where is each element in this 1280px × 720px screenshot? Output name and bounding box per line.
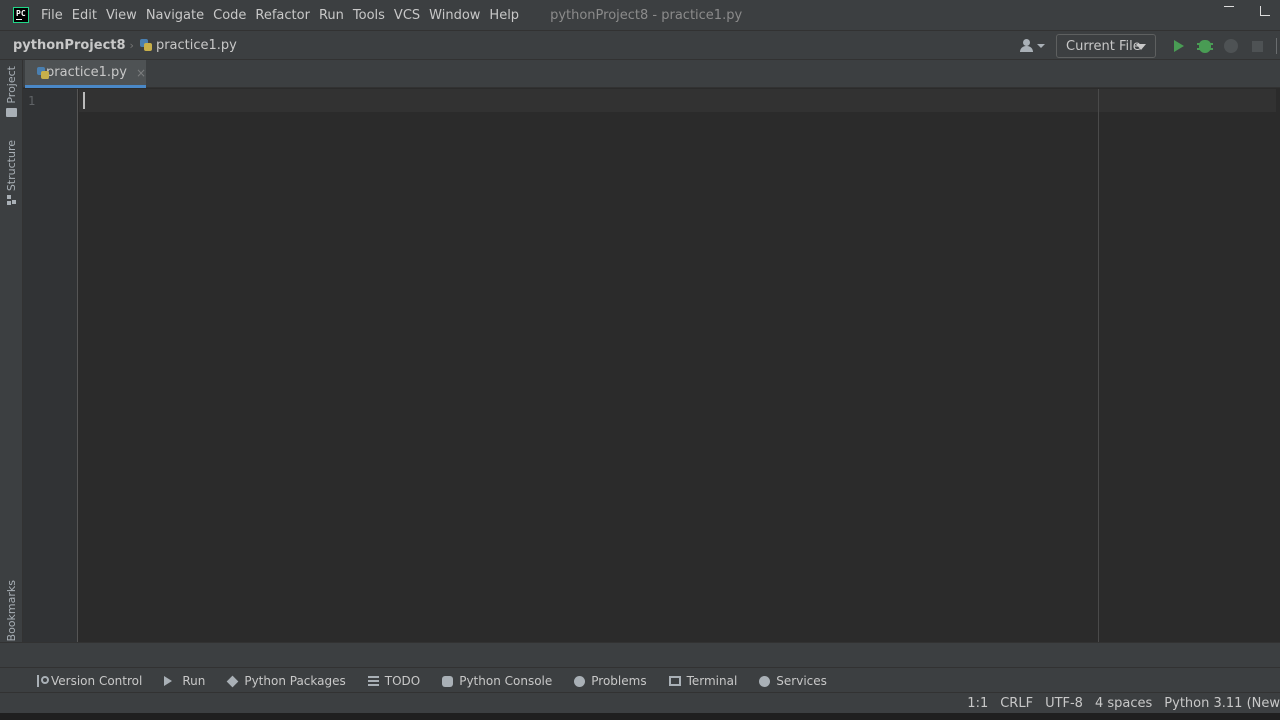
python-file-icon bbox=[36, 66, 49, 80]
info-icon bbox=[574, 675, 586, 687]
caret-position[interactable]: 1:1 bbox=[967, 696, 988, 711]
python-interpreter[interactable]: Python 3.11 (New bbox=[1164, 696, 1280, 711]
window-title: pythonProject8 - practice1.py bbox=[550, 7, 743, 23]
tool-version-control[interactable]: Version Control bbox=[37, 674, 142, 688]
tool-python-console[interactable]: Python Console bbox=[442, 674, 552, 688]
stop-button[interactable] bbox=[1247, 36, 1267, 56]
tool-run[interactable]: Run bbox=[164, 674, 205, 688]
account-icon[interactable] bbox=[1020, 38, 1046, 54]
right-margin-guide bbox=[1098, 89, 1099, 642]
breadcrumb-project[interactable]: pythonProject8 bbox=[13, 38, 126, 53]
coverage-icon bbox=[1224, 39, 1238, 53]
tool-window-bar: Version Control Run Python Packages TODO… bbox=[0, 669, 849, 693]
breadcrumb-separator-icon: › bbox=[129, 38, 134, 52]
tool-todo-label: TODO bbox=[384, 674, 421, 688]
toolbar-divider bbox=[1276, 38, 1280, 54]
bug-icon bbox=[1197, 39, 1213, 53]
file-encoding[interactable]: UTF-8 bbox=[1045, 696, 1083, 711]
run-toolbar: Current File bbox=[1020, 31, 1280, 61]
run-configuration-select[interactable]: Current File bbox=[1056, 34, 1156, 58]
debug-button[interactable] bbox=[1195, 36, 1215, 56]
status-right: 1:1 CRLF UTF-8 4 spaces Python 3.11 (New bbox=[955, 693, 1280, 713]
editor-tab-bar: practice1.py × bbox=[23, 60, 1280, 88]
tool-services[interactable]: Services bbox=[759, 674, 827, 688]
tool-python-packages[interactable]: Python Packages bbox=[227, 674, 346, 688]
services-icon bbox=[759, 675, 771, 687]
run-button[interactable] bbox=[1169, 36, 1189, 56]
bottom-splitter[interactable] bbox=[0, 643, 1280, 668]
menu-file[interactable]: File bbox=[41, 8, 63, 23]
tool-todo[interactable]: TODO bbox=[367, 674, 421, 688]
terminal-icon bbox=[668, 676, 681, 686]
folder-icon bbox=[6, 107, 17, 117]
stop-icon bbox=[1251, 40, 1263, 52]
branch-icon bbox=[37, 675, 49, 687]
project-tool-tab[interactable]: Project bbox=[0, 66, 23, 117]
close-icon[interactable]: × bbox=[136, 66, 146, 80]
play-icon bbox=[164, 676, 173, 686]
line-separator[interactable]: CRLF bbox=[1000, 696, 1033, 711]
menu-refactor[interactable]: Refactor bbox=[255, 8, 310, 23]
tool-python-console-label: Python Console bbox=[459, 674, 553, 688]
structure-tool-label: Structure bbox=[5, 140, 18, 192]
tool-terminal[interactable]: Terminal bbox=[668, 674, 738, 688]
tool-terminal-label: Terminal bbox=[686, 674, 738, 688]
menu-tools[interactable]: Tools bbox=[353, 8, 385, 23]
menu-vcs[interactable]: VCS bbox=[394, 8, 420, 23]
editor-tab-label: practice1.py bbox=[46, 65, 127, 80]
structure-icon bbox=[6, 195, 17, 206]
tool-python-packages-label: Python Packages bbox=[244, 674, 346, 688]
tool-run-label: Run bbox=[182, 674, 206, 688]
pycharm-logo-icon: PC bbox=[13, 7, 29, 23]
menu-run[interactable]: Run bbox=[319, 8, 344, 23]
tool-problems-label: Problems bbox=[591, 674, 647, 688]
tool-problems[interactable]: Problems bbox=[574, 674, 647, 688]
coverage-button[interactable] bbox=[1221, 36, 1241, 56]
chevron-down-icon bbox=[1136, 44, 1146, 50]
minimize-icon[interactable] bbox=[1224, 6, 1234, 7]
restore-icon[interactable] bbox=[1260, 6, 1270, 16]
list-icon bbox=[367, 676, 379, 686]
python-file-icon bbox=[139, 38, 153, 52]
bottom-tool-area: Version Control Run Python Packages TODO… bbox=[0, 642, 1280, 692]
code-editor[interactable] bbox=[79, 89, 1280, 642]
editor-scrollbar[interactable] bbox=[1276, 89, 1280, 642]
structure-tool-tab[interactable]: Structure bbox=[0, 140, 23, 206]
project-tool-label: Project bbox=[5, 66, 18, 104]
current-line-highlight bbox=[79, 89, 1280, 112]
bookmarks-tool-label: Bookmarks bbox=[5, 580, 18, 642]
indent-setting[interactable]: 4 spaces bbox=[1095, 696, 1152, 711]
window-bottom-edge bbox=[0, 713, 1280, 720]
editor-tab-practice1[interactable]: practice1.py × bbox=[25, 60, 146, 88]
left-tool-stripe: Project Structure Bookmarks bbox=[0, 60, 23, 668]
menu-code[interactable]: Code bbox=[213, 8, 246, 23]
line-number: 1 bbox=[28, 94, 36, 108]
breadcrumb-file[interactable]: practice1.py bbox=[156, 38, 237, 53]
play-icon bbox=[1174, 40, 1184, 52]
tool-services-label: Services bbox=[776, 674, 827, 688]
text-caret bbox=[83, 92, 85, 109]
python-console-icon bbox=[442, 675, 454, 687]
editor-gutter: 1 bbox=[23, 89, 78, 642]
menu-navigate[interactable]: Navigate bbox=[146, 8, 204, 23]
navigation-bar: pythonProject8 › practice1.py Current Fi… bbox=[0, 30, 1280, 60]
menu-edit[interactable]: Edit bbox=[72, 8, 97, 23]
tool-version-control-label: Version Control bbox=[51, 674, 143, 688]
run-configuration-label: Current File bbox=[1066, 38, 1141, 54]
menu-help[interactable]: Help bbox=[489, 8, 519, 23]
menu-bar: PC File Edit View Navigate Code Refactor… bbox=[0, 0, 1280, 30]
menu-view[interactable]: View bbox=[106, 8, 137, 23]
menu-window[interactable]: Window bbox=[429, 8, 480, 23]
packages-icon bbox=[227, 675, 239, 687]
